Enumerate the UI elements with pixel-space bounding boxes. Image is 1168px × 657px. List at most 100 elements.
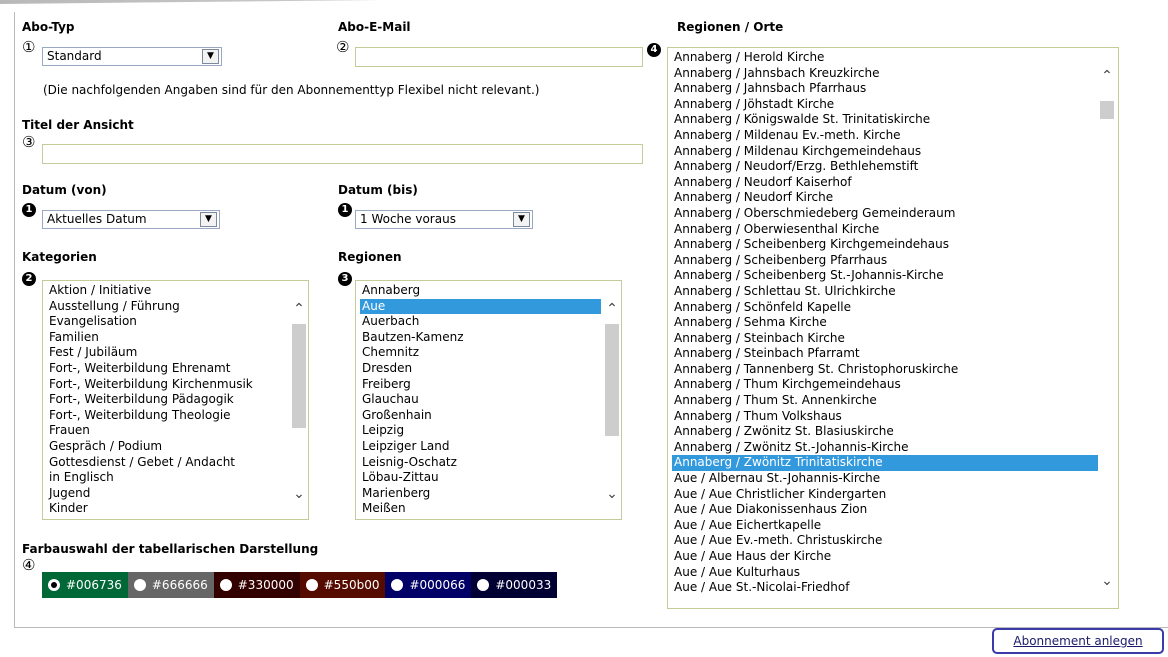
abonnement-anlegen-button[interactable]: Abonnement anlegen — [992, 628, 1164, 654]
list-item[interactable]: Glauchau — [360, 392, 601, 408]
list-item[interactable]: Aue / Albernau St.-Johannis-Kirche — [672, 471, 1098, 487]
list-item[interactable]: Annaberg / Jahnsbach Kreuzkirche — [672, 66, 1098, 82]
list-item[interactable]: Annaberg / Neudorf Kirche — [672, 190, 1098, 206]
list-item[interactable]: Annaberg / Jöhstadt Kirche — [672, 97, 1098, 113]
chevron-down-icon[interactable]: ▼ — [202, 49, 219, 64]
list-item[interactable]: Fort-, Weiterbildung Theologie — [47, 408, 288, 424]
datum-bis-select[interactable]: 1 Woche voraus ▼ — [355, 210, 533, 229]
list-item[interactable]: Aue / Aue Haus der Kirche — [672, 549, 1098, 565]
list-item[interactable]: Bautzen-Kamenz — [360, 330, 601, 346]
list-item[interactable]: Marienberg — [360, 486, 601, 502]
scrollbar-thumb[interactable] — [292, 324, 306, 428]
radio-button[interactable] — [219, 579, 232, 591]
color-option[interactable]: #550b00 — [299, 572, 386, 598]
list-item[interactable]: Löbau-Zittau — [360, 470, 601, 486]
radio-button[interactable] — [477, 579, 490, 591]
list-item[interactable]: Familien — [47, 330, 288, 346]
list-item[interactable]: Annaberg / Königswalde St. Trinitatiskir… — [672, 112, 1098, 128]
chevron-up-icon[interactable]: ⌃ — [292, 302, 306, 316]
list-item[interactable]: Aue / Aue St.-Nicolai-Friedhof — [672, 580, 1098, 596]
list-item[interactable]: Annaberg / Schlettau St. Ulrichkirche — [672, 284, 1098, 300]
list-item[interactable]: Aue / Aue Christlicher Kindergarten — [672, 487, 1098, 503]
chevron-up-icon[interactable]: ⌃ — [1100, 69, 1114, 83]
list-item[interactable]: Annaberg / Steinbach Kirche — [672, 331, 1098, 347]
list-item[interactable]: Annaberg / Steinbach Pfarramt — [672, 346, 1098, 362]
list-item[interactable]: Annaberg / Neudorf Kaiserhof — [672, 175, 1098, 191]
chevron-down-icon[interactable]: ▼ — [200, 212, 217, 227]
kategorien-scrollbar[interactable]: ⌃ ⌄ — [290, 282, 307, 518]
list-item[interactable]: Annaberg / Scheibenberg St.-Johannis-Kir… — [672, 268, 1098, 284]
list-item[interactable]: Annaberg / Thum Kirchgemeindehaus — [672, 377, 1098, 393]
list-item[interactable]: Annaberg / Scheibenberg Kirchgemeindehau… — [672, 237, 1098, 253]
radio-button[interactable] — [391, 579, 404, 591]
chevron-down-icon[interactable]: ⌄ — [605, 487, 619, 501]
list-item[interactable]: Fort-, Weiterbildung Ehrenamt — [47, 361, 288, 377]
list-item[interactable]: Dresden — [360, 361, 601, 377]
orte-scrollbar[interactable]: ⌃ ⌄ — [1098, 49, 1117, 607]
orte-listbox[interactable]: Annaberg / Herold Kirche Annaberg / Jahns… — [667, 47, 1119, 609]
list-item[interactable]: Freiberg — [360, 377, 601, 393]
list-item[interactable]: Annaberg / Neudorf/Erzg. Bethlehemstift — [672, 159, 1098, 175]
radio-button[interactable] — [305, 579, 318, 591]
regionen-scrollbar[interactable]: ⌃ ⌄ — [603, 282, 620, 518]
kategorien-listbox[interactable]: Aktion / Initiative Ausstellung / Führung… — [42, 280, 309, 520]
list-item[interactable]: in Englisch — [47, 470, 288, 486]
chevron-up-icon[interactable]: ⌃ — [605, 302, 619, 316]
list-item[interactable]: Leisnig-Oschatz — [360, 455, 601, 471]
list-item[interactable]: Aue / Aue Kulturhaus — [672, 565, 1098, 581]
list-item[interactable]: Annaberg / Zwönitz St. Blasiuskirche — [672, 424, 1098, 440]
list-item[interactable]: Gottesdienst / Gebet / Andacht — [47, 455, 288, 471]
chevron-down-icon[interactable]: ▼ — [513, 212, 530, 227]
list-item[interactable]: Annaberg / Oberwiesenthal Kirche — [672, 222, 1098, 238]
chevron-down-icon[interactable]: ⌄ — [1100, 574, 1114, 588]
list-item[interactable]: Annaberg — [360, 283, 601, 299]
list-item[interactable]: Annaberg / Mildenau Ev.-meth. Kirche — [672, 128, 1098, 144]
list-item[interactable]: Jugend — [47, 486, 288, 502]
color-option[interactable]: #330000 — [213, 572, 300, 598]
list-item[interactable]: Aktion / Initiative — [47, 283, 288, 299]
radio-button[interactable] — [48, 579, 60, 591]
datum-von-select[interactable]: Aktuelles Datum ▼ — [42, 210, 220, 229]
list-item[interactable]: Leipzig — [360, 423, 601, 439]
list-item[interactable]: Aue / Aue Eichertkapelle — [672, 518, 1098, 534]
titel-input[interactable] — [42, 144, 643, 164]
chevron-down-icon[interactable]: ⌄ — [292, 487, 306, 501]
list-item[interactable]: Annaberg / Oberschmiedeberg Gemeinderaum — [672, 206, 1098, 222]
list-item[interactable]: Kinder — [47, 501, 288, 517]
list-item[interactable]: Annaberg / Sehma Kirche — [672, 315, 1098, 331]
list-item[interactable]: Meißen — [360, 501, 601, 517]
list-item[interactable]: Aue — [360, 298, 601, 315]
regionen-listbox[interactable]: Annaberg Aue Auerbach Bautzen-Kamenz Chemnit… — [355, 280, 622, 520]
list-item[interactable]: Annaberg / Mildenau Kirchgemeindehaus — [672, 144, 1098, 160]
list-item[interactable]: Annaberg / Zwönitz St.-Johannis-Kirche — [672, 440, 1098, 456]
color-option[interactable]: #000066 — [385, 572, 472, 598]
list-item[interactable]: Leipziger Land — [360, 439, 601, 455]
list-item[interactable]: Auerbach — [360, 314, 601, 330]
color-option[interactable]: #666666 — [127, 572, 214, 598]
list-item[interactable]: Evangelisation — [47, 314, 288, 330]
list-item[interactable]: Annaberg / Herold Kirche — [672, 50, 1098, 66]
list-item[interactable]: Annaberg / Thum St. Annenkirche — [672, 393, 1098, 409]
scrollbar-thumb[interactable] — [1100, 101, 1114, 119]
radio-button[interactable] — [133, 579, 146, 591]
list-item[interactable]: Aue / Aue Diakonissenhaus Zion — [672, 502, 1098, 518]
scrollbar-thumb[interactable] — [605, 324, 619, 436]
list-item[interactable]: Annaberg / Tannenberg St. Christophorusk… — [672, 362, 1098, 378]
list-item[interactable]: Frauen — [47, 423, 288, 439]
list-item[interactable]: Annaberg / Zwönitz Trinitatiskirche — [672, 455, 1098, 472]
color-option[interactable]: #000033 — [471, 572, 558, 598]
list-item[interactable]: Großenhain — [360, 408, 601, 424]
list-item[interactable]: Aue / Aue Ev.-meth. Christuskirche — [672, 533, 1098, 549]
color-option[interactable]: #006736 — [42, 572, 128, 598]
abo-typ-select[interactable]: Standard ▼ — [42, 47, 222, 66]
list-item[interactable]: Chemnitz — [360, 345, 601, 361]
list-item[interactable]: Annaberg / Thum Volkshaus — [672, 409, 1098, 425]
list-item[interactable]: Ausstellung / Führung — [47, 299, 288, 315]
abo-email-input[interactable] — [355, 47, 643, 67]
list-item[interactable]: Fort-, Weiterbildung Kirchenmusik — [47, 377, 288, 393]
list-item[interactable]: Annaberg / Scheibenberg Pfarrhaus — [672, 253, 1098, 269]
list-item[interactable]: Annaberg / Schönfeld Kapelle — [672, 300, 1098, 316]
list-item[interactable]: Annaberg / Jahnsbach Pfarrhaus — [672, 81, 1098, 97]
list-item[interactable]: Gespräch / Podium — [47, 439, 288, 455]
list-item[interactable]: Fort-, Weiterbildung Pädagogik — [47, 392, 288, 408]
